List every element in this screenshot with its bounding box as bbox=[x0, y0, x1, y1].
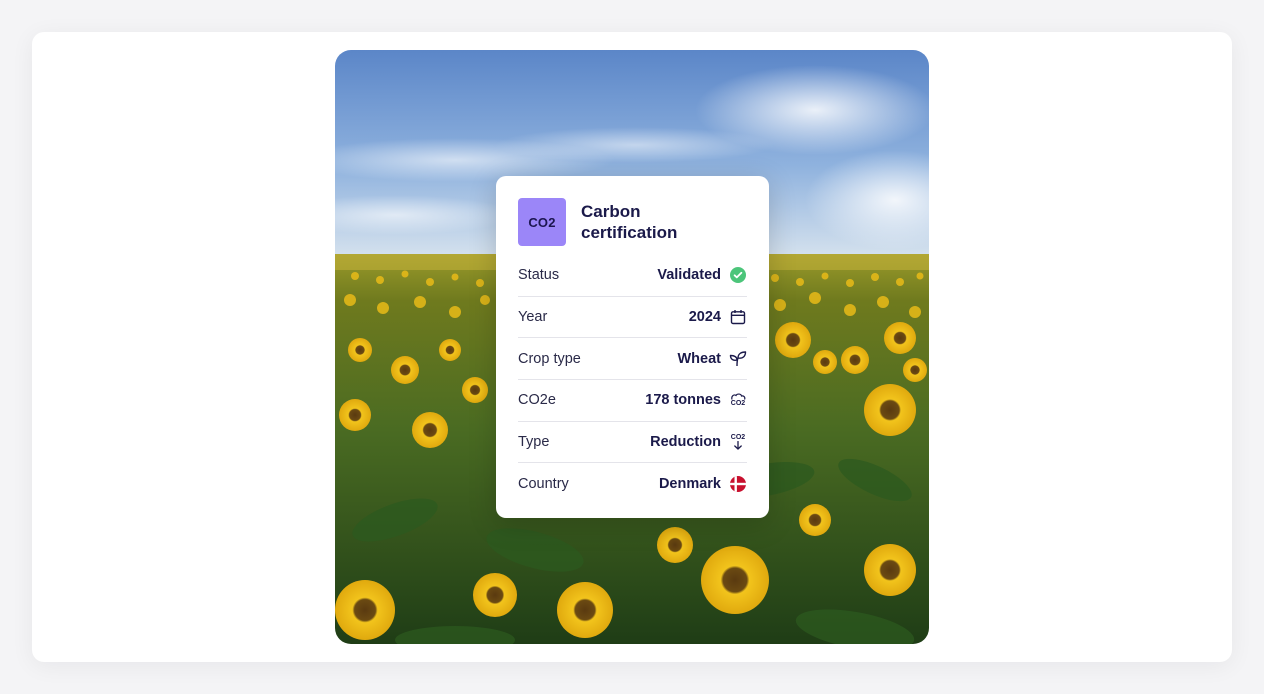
detail-row-co2e: CO2e 178 tonnes CO2 bbox=[518, 380, 747, 422]
carbon-certification-card: CO2 Carbon certification Status Validate… bbox=[496, 176, 769, 518]
co2-down-icon: CO2 bbox=[729, 433, 747, 451]
co2-down-icon-text: CO2 bbox=[730, 434, 746, 442]
check-circle-icon bbox=[729, 266, 747, 284]
certification-details: Status Validated Year 2024 Crop type Whe… bbox=[518, 255, 747, 505]
sprout-icon bbox=[729, 350, 747, 368]
year-value: 2024 bbox=[688, 309, 721, 326]
detail-row-year: Year 2024 bbox=[518, 297, 747, 339]
card-header: CO2 Carbon certification bbox=[518, 198, 747, 246]
card-title: Carbon certification bbox=[581, 202, 678, 242]
status-value: Validated bbox=[657, 267, 721, 284]
row-label: Year bbox=[518, 309, 548, 326]
row-label: Country bbox=[518, 476, 569, 493]
type-value: Reduction bbox=[650, 434, 721, 451]
row-label: Crop type bbox=[518, 350, 581, 367]
co2-cloud-icon-text: CO2 bbox=[730, 400, 746, 408]
denmark-flag-icon bbox=[729, 475, 747, 493]
co2e-value: 178 tonnes bbox=[645, 392, 721, 409]
co2-badge-text: CO2 bbox=[528, 214, 556, 230]
co2-cloud-icon: CO2 bbox=[729, 391, 747, 409]
detail-row-type: Type Reduction CO2 bbox=[518, 422, 747, 464]
row-label: Status bbox=[518, 267, 560, 284]
country-value: Denmark bbox=[658, 476, 721, 493]
calendar-icon bbox=[729, 308, 747, 326]
crop-type-value: Wheat bbox=[677, 350, 722, 367]
row-label: Type bbox=[518, 434, 550, 451]
row-label: CO2e bbox=[518, 392, 556, 409]
detail-row-crop-type: Crop type Wheat bbox=[518, 338, 747, 381]
detail-row-country: Country Denmark bbox=[518, 463, 747, 505]
detail-row-status: Status Validated bbox=[518, 255, 747, 297]
co2-badge: CO2 bbox=[518, 198, 566, 246]
